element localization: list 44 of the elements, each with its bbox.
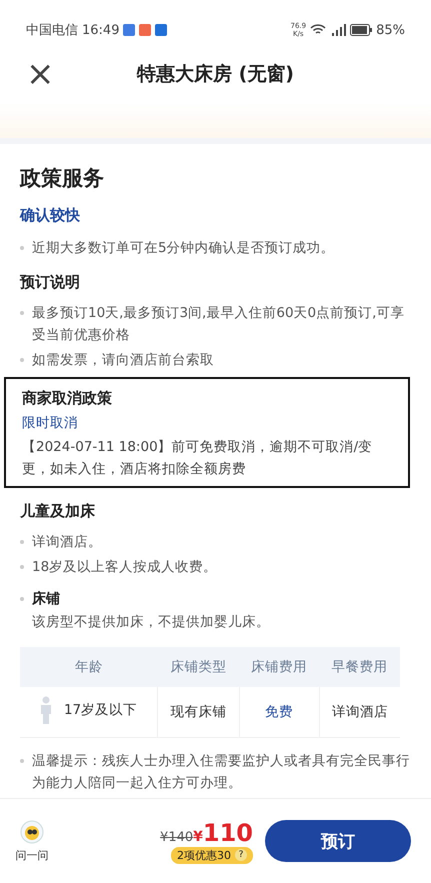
- policy-text: 详询酒店。: [32, 533, 102, 552]
- cancel-text: 【2024-07-11 18:00】前可免费取消，逾期不可取消/变更，如未入住，酒店将扣除全额房费: [22, 438, 374, 479]
- help-icon: ?: [235, 849, 247, 861]
- policy-text: 如需发票，请向酒店前台索取: [32, 351, 214, 370]
- page-title: 特惠大床房 (无窗): [137, 62, 294, 87]
- table-header: 年龄: [20, 647, 158, 687]
- mascot-icon: [20, 820, 44, 844]
- discount-badge[interactable]: 2项优惠30 ?: [171, 846, 253, 864]
- wifi-icon: [310, 24, 326, 36]
- table-cell: 17岁及以下: [64, 701, 138, 719]
- current-price: 110: [202, 818, 253, 846]
- app-icon: [139, 24, 152, 36]
- table-cell: 免费: [265, 704, 294, 720]
- section-title: 政策服务: [20, 165, 105, 192]
- ask-button-label[interactable]: 问一问: [16, 848, 48, 862]
- policy-text: 近期大多数订单可在5分钟内确认是否预订成功。: [32, 239, 335, 258]
- bed-title: 床铺: [32, 590, 60, 609]
- book-button[interactable]: 预订: [265, 820, 411, 862]
- table-cell: 详询酒店: [332, 704, 388, 720]
- subsection-title: 商家取消政策: [22, 389, 113, 408]
- table-header: 床铺类型: [158, 647, 240, 687]
- table-cell: 现有床铺: [170, 704, 226, 720]
- person-icon: [40, 696, 52, 724]
- status-time: 16:49: [82, 22, 120, 38]
- discount-text: 2项优惠30: [177, 848, 231, 862]
- close-button[interactable]: ×: [26, 57, 54, 91]
- carrier-name: 中国电信: [26, 22, 78, 39]
- tip-text: 温馨提示：残疾人士办理入住需要监护人或者具有完全民事行为能力人陪同一起入住方可办理。: [32, 752, 411, 793]
- policy-text: 该房型不提供加床，不提供加婴儿床。: [31, 613, 271, 631]
- policy-text: 最多预订10天,最多预订3间,最早入住前60天0点前预订,可享受当前优惠价格: [32, 304, 406, 345]
- currency-sign: ¥: [193, 828, 203, 844]
- battery-level: 85%: [376, 22, 405, 38]
- signal-icon: [330, 24, 346, 36]
- table-header: 早餐费用: [319, 647, 400, 687]
- app-icon: [123, 24, 136, 36]
- policy-text: 18岁及以上客人按成人收费。: [32, 558, 218, 577]
- subsection-title: 预订说明: [20, 273, 81, 292]
- table-header: 床铺费用: [239, 647, 320, 687]
- subsection-title: 儿童及加床: [20, 502, 96, 521]
- cancel-type: 限时取消: [22, 414, 79, 432]
- battery-icon: [350, 24, 372, 36]
- original-price: ¥140: [160, 830, 194, 844]
- subsection-title: 确认较快: [20, 206, 81, 225]
- app-icon: [155, 24, 168, 36]
